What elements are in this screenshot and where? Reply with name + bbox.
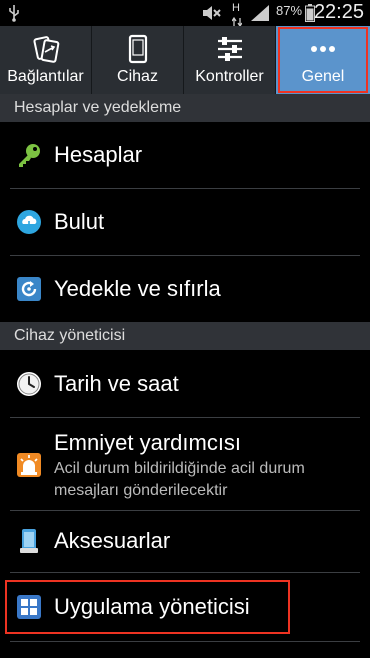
controls-icon xyxy=(217,37,242,61)
usb-icon xyxy=(9,5,19,22)
accessory-icon xyxy=(20,529,38,553)
connections-icon xyxy=(32,36,59,63)
backup-reset-icon xyxy=(17,277,41,301)
item-title: Aksesuarlar xyxy=(54,528,171,553)
list-item-backup-reset[interactable]: Yedekle ve sıfırla xyxy=(0,256,370,322)
tab-connections[interactable]: Bağlantılar xyxy=(0,26,92,94)
device-icon xyxy=(128,34,147,64)
clock-icon xyxy=(17,372,41,396)
divider xyxy=(10,641,360,642)
tab-label: Genel xyxy=(301,68,345,85)
list-item-accounts[interactable]: Hesaplar xyxy=(0,122,370,188)
list-item-accessories[interactable]: Aksesuarlar xyxy=(0,511,370,572)
item-subtitle: Acil durum bildirildiğinde acil durum me… xyxy=(54,460,305,499)
status-bar: H 87% 22:25 xyxy=(0,0,370,28)
list-item-cloud[interactable]: Bulut xyxy=(0,189,370,255)
settings-tabs: Bağlantılar Cihaz Kontroller Genel xyxy=(0,26,370,94)
item-title: Hesaplar xyxy=(54,142,143,167)
item-title: Bulut xyxy=(54,209,105,234)
list-item-safety-assistance[interactable]: Emniyet yardımcısı Acil durum bildirildi… xyxy=(0,418,370,510)
highlight-box xyxy=(5,580,290,634)
cloud-icon xyxy=(17,210,41,234)
more-dots-icon xyxy=(311,46,335,52)
item-title: Tarih ve saat xyxy=(54,371,179,396)
tab-label: Kontroller xyxy=(195,68,264,85)
tab-device[interactable]: Cihaz xyxy=(92,26,184,94)
section-header-accounts: Hesaplar ve yedekleme xyxy=(0,94,370,122)
tab-label: Cihaz xyxy=(117,68,158,85)
clock: 22:25 xyxy=(313,1,364,23)
key-icon xyxy=(19,144,40,167)
battery-percent: 87% xyxy=(276,3,303,18)
siren-icon xyxy=(17,453,41,477)
signal-icon xyxy=(251,5,269,21)
item-title: Emniyet yardımcısı xyxy=(54,430,242,455)
mute-icon xyxy=(203,6,221,20)
item-title: Yedekle ve sıfırla xyxy=(54,276,221,301)
tab-label: Bağlantılar xyxy=(7,68,84,85)
tab-general[interactable]: Genel xyxy=(276,26,370,94)
list-item-date-time[interactable]: Tarih ve saat xyxy=(0,350,370,417)
section-header-device-manager: Cihaz yöneticisi xyxy=(0,322,370,350)
tab-controls[interactable]: Kontroller xyxy=(184,26,276,94)
